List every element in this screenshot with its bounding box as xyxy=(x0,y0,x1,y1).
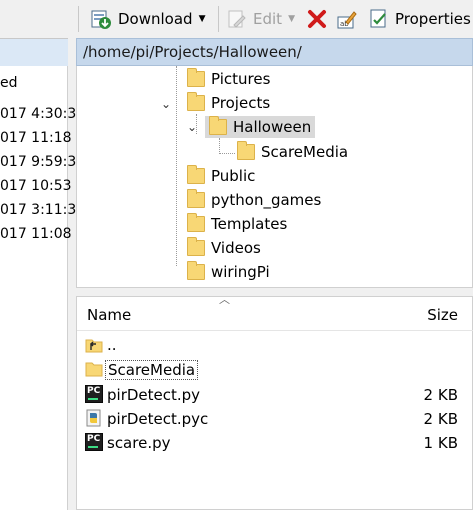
tree-item-label: ScareMedia xyxy=(261,143,349,161)
file-row-pirdetect-pyc[interactable]: pirDetect.pyc 2 KB xyxy=(77,407,473,431)
rename-button[interactable]: ab xyxy=(336,6,358,32)
file-size: 2 KB xyxy=(423,410,458,428)
delete-button[interactable] xyxy=(306,6,328,32)
left-file-list: ed 017 4:30:3 017 11:18 017 9:59:3 017 1… xyxy=(0,66,76,510)
left-row-modified[interactable]: 017 9:59:3 xyxy=(0,154,76,170)
delete-icon xyxy=(306,8,328,30)
file-name: scare.py xyxy=(107,434,171,452)
left-row-modified[interactable]: 017 11:08 xyxy=(0,226,72,242)
tree-item-videos[interactable]: Videos xyxy=(187,237,261,259)
folder-icon xyxy=(237,141,255,160)
tree-item-python-games[interactable]: python_games xyxy=(187,189,321,211)
tree-item-projects[interactable]: Projects xyxy=(187,92,270,114)
tree-item-label: wiringPi xyxy=(211,263,270,281)
file-name: pirDetect.py xyxy=(107,386,201,404)
tree-guide-line xyxy=(176,66,177,266)
file-name: pirDetect.pyc xyxy=(107,410,209,428)
properties-icon xyxy=(368,8,390,30)
file-name: ScareMedia xyxy=(105,360,199,380)
folder-icon xyxy=(85,359,103,377)
download-icon xyxy=(90,8,112,30)
file-name: .. xyxy=(107,336,117,354)
tree-item-pictures[interactable]: Pictures xyxy=(187,68,270,90)
properties-button[interactable]: Properties xyxy=(368,6,471,32)
folder-icon xyxy=(187,237,205,256)
sort-ascending-icon: ︿ xyxy=(219,293,230,306)
toolbar: Download ▼ Edit ▼ ab Properties xyxy=(0,0,473,38)
left-row-modified[interactable]: 017 4:30:3 xyxy=(0,106,76,122)
edit-button[interactable]: Edit ▼ xyxy=(226,6,295,32)
tree-item-label: Templates xyxy=(211,215,288,233)
tree-item-templates[interactable]: Templates xyxy=(187,213,287,235)
left-row-modified[interactable]: 017 11:18 xyxy=(0,130,72,146)
properties-label: Properties xyxy=(395,10,471,28)
tree-item-label: Videos xyxy=(211,239,261,257)
tree-item-label: python_games xyxy=(211,191,322,209)
chevron-down-icon[interactable]: ⌄ xyxy=(187,120,197,134)
tree-item-halloween[interactable]: Halloween xyxy=(205,116,316,138)
toolbar-separator xyxy=(218,6,219,32)
tree-guide-line xyxy=(219,153,235,154)
left-row-modified[interactable]: 017 3:11:3 xyxy=(0,202,76,218)
file-size: 2 KB xyxy=(423,386,458,404)
folder-icon xyxy=(187,92,205,111)
folder-icon xyxy=(209,116,227,135)
edit-label: Edit xyxy=(253,10,283,28)
folder-icon xyxy=(187,189,205,208)
path-bar[interactable]: /home/pi/Projects/Halloween/ xyxy=(76,38,473,66)
download-button[interactable]: Download ▼ xyxy=(90,6,205,32)
folder-icon xyxy=(187,165,205,184)
edit-icon xyxy=(226,8,248,30)
tree-item-label: Halloween xyxy=(233,118,312,136)
file-row-parent[interactable]: .. xyxy=(77,333,473,357)
download-dropdown-icon[interactable]: ▼ xyxy=(199,14,206,24)
column-header-name[interactable]: Name xyxy=(87,306,131,324)
tree-item-wiringpi[interactable]: wiringPi xyxy=(187,261,270,283)
tree-item-scaremedia[interactable]: ScareMedia xyxy=(237,141,348,163)
file-list-header: ︿ Name Size xyxy=(77,293,473,331)
pycharm-file-icon xyxy=(85,433,103,451)
tree-item-public[interactable]: Public xyxy=(187,165,255,187)
file-row-scaremedia[interactable]: ScareMedia xyxy=(77,357,473,381)
left-column-header[interactable]: ed xyxy=(0,75,18,91)
chevron-down-icon[interactable]: ⌄ xyxy=(161,97,171,111)
folder-icon xyxy=(187,261,205,280)
python-compiled-icon xyxy=(85,409,103,427)
left-row-modified[interactable]: 017 10:53 xyxy=(0,178,72,194)
tree-guide-line xyxy=(219,138,220,154)
parent-folder-icon xyxy=(85,335,103,353)
tree-item-label: Public xyxy=(211,167,256,185)
folder-icon xyxy=(187,213,205,232)
rename-icon: ab xyxy=(336,8,358,30)
edit-dropdown-icon[interactable]: ▼ xyxy=(288,14,295,24)
tree-item-label: Pictures xyxy=(211,70,271,88)
left-pane-path-bar[interactable] xyxy=(0,38,68,66)
pycharm-file-icon xyxy=(85,385,103,403)
file-size: 1 KB xyxy=(423,434,458,452)
toolbar-separator xyxy=(78,6,79,32)
download-label: Download xyxy=(118,10,193,28)
folder-icon xyxy=(187,68,205,87)
tree-item-label: Projects xyxy=(211,94,271,112)
directory-tree: Pictures ⌄ Projects ⌄ Halloween ScareMed… xyxy=(76,66,473,288)
pane-splitter[interactable] xyxy=(76,288,473,296)
column-header-size[interactable]: Size xyxy=(427,306,458,324)
file-list: ︿ Name Size .. ScareMedia pirDetect.py 2… xyxy=(76,293,473,510)
file-row-scare-py[interactable]: scare.py 1 KB xyxy=(77,431,473,455)
file-row-pirdetect-py[interactable]: pirDetect.py 2 KB xyxy=(77,383,473,407)
